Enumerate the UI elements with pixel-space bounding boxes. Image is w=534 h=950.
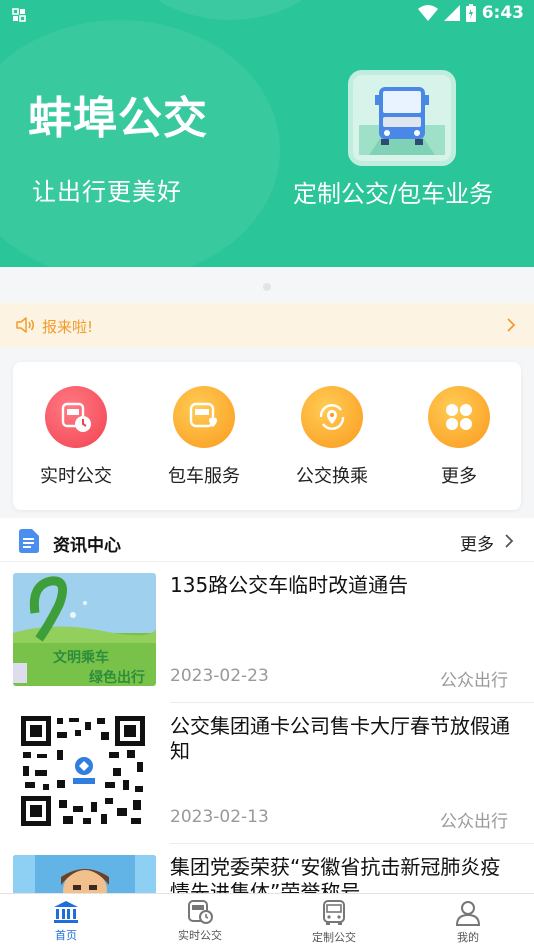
clock: 6:43 xyxy=(481,3,524,23)
thumb-caption: 绿色出行 xyxy=(89,670,145,686)
app-title: 蚌埠公交 xyxy=(28,93,208,144)
quick-menu-label: 包车服务 xyxy=(168,466,240,487)
battery-icon xyxy=(465,4,476,22)
home-icon xyxy=(54,901,78,923)
news-thumbnail xyxy=(13,855,156,898)
news-title: 集团党委荣获“安徽省抗击新冠肺炎疫情先进集体”荣誉称号 xyxy=(170,855,501,898)
wifi-icon xyxy=(417,5,438,21)
cellular-signal-icon xyxy=(443,5,460,21)
news-section-header: 资讯中心 更多 xyxy=(0,518,534,562)
bus-illustration-icon xyxy=(348,70,456,166)
quick-menu-realtime-bus[interactable]: 实时公交 xyxy=(31,386,121,488)
news-item[interactable]: 集团党委荣获“安徽省抗击新冠肺炎疫情先进集体”荣誉称号 xyxy=(0,844,534,898)
qr-code-thumbnail xyxy=(13,714,156,827)
more-grid-icon xyxy=(428,386,490,448)
news-source: 公众出行 xyxy=(440,671,508,691)
news-more-link[interactable]: 更多 xyxy=(460,530,494,555)
tab-realtime-bus[interactable]: 实时公交 xyxy=(150,900,250,943)
custom-bus-service-link[interactable]: 定制公交/包车业务 xyxy=(293,174,493,209)
news-item[interactable]: 公交集团通卡公司售卡大厅春节放假通知 2023-02-13 公众出行 xyxy=(0,703,534,844)
document-icon xyxy=(19,529,39,553)
charter-bus-icon xyxy=(173,386,235,448)
notice-text: 报来啦! xyxy=(42,318,94,336)
quick-menu-label: 公交换乘 xyxy=(296,466,368,487)
tab-custom-bus[interactable]: 定制公交 xyxy=(284,900,384,945)
realtime-bus-icon xyxy=(188,900,213,924)
news-thumbnail: 文明乘车 绿色出行 xyxy=(13,573,156,686)
thumb-caption: 文明乘车 xyxy=(53,650,109,666)
news-source: 公众出行 xyxy=(440,812,508,832)
realtime-bus-icon xyxy=(45,386,107,448)
tab-profile[interactable]: 我的 xyxy=(418,900,518,945)
tab-label: 定制公交 xyxy=(312,931,356,944)
bottom-tab-bar: 首页 实时公交 定制公交 我的 xyxy=(0,893,534,950)
bus-icon xyxy=(323,900,345,925)
news-item[interactable]: 文明乘车 绿色出行 135路公交车临时改道通告 2023-02-23 公众出行 xyxy=(0,562,534,703)
tab-label: 我的 xyxy=(457,931,479,944)
news-date: 2023-02-13 xyxy=(170,807,269,827)
tab-home[interactable]: 首页 xyxy=(16,900,116,943)
profile-icon xyxy=(455,901,481,926)
news-section-title: 资讯中心 xyxy=(53,536,121,556)
quick-menu-label: 更多 xyxy=(441,466,477,487)
chevron-right-icon xyxy=(507,318,516,332)
news-title: 135路公交车临时改道通告 xyxy=(170,573,409,597)
tab-label: 实时公交 xyxy=(178,929,222,942)
news-title: 公交集团通卡公司售卡大厅春节放假通知 xyxy=(170,714,510,763)
carousel-indicator xyxy=(263,283,271,291)
notification-icon xyxy=(12,8,26,22)
app-slogan: 让出行更美好 xyxy=(32,178,182,206)
news-list: 文明乘车 绿色出行 135路公交车临时改道通告 2023-02-23 公众出行 xyxy=(0,562,534,898)
news-date: 2023-02-23 xyxy=(170,666,269,686)
notice-bar[interactable]: 报来啦! xyxy=(0,303,534,347)
transfer-icon xyxy=(301,386,363,448)
status-bar: 6:43 xyxy=(0,0,534,30)
quick-menu-label: 实时公交 xyxy=(40,466,112,487)
tab-label: 首页 xyxy=(55,929,77,942)
speaker-icon xyxy=(16,317,34,333)
chevron-right-icon[interactable] xyxy=(504,533,514,549)
quick-menu-more[interactable]: 更多 xyxy=(414,386,504,488)
quick-menu-charter-service[interactable]: 包车服务 xyxy=(159,386,249,488)
quick-menu-transfer[interactable]: 公交换乘 xyxy=(287,386,377,488)
hero-banner[interactable]: 蚌埠公交 让出行更美好 定制公交/包车业务 xyxy=(0,0,534,267)
quick-menu: 实时公交 包车服务 公交换乘 更多 xyxy=(13,362,521,510)
